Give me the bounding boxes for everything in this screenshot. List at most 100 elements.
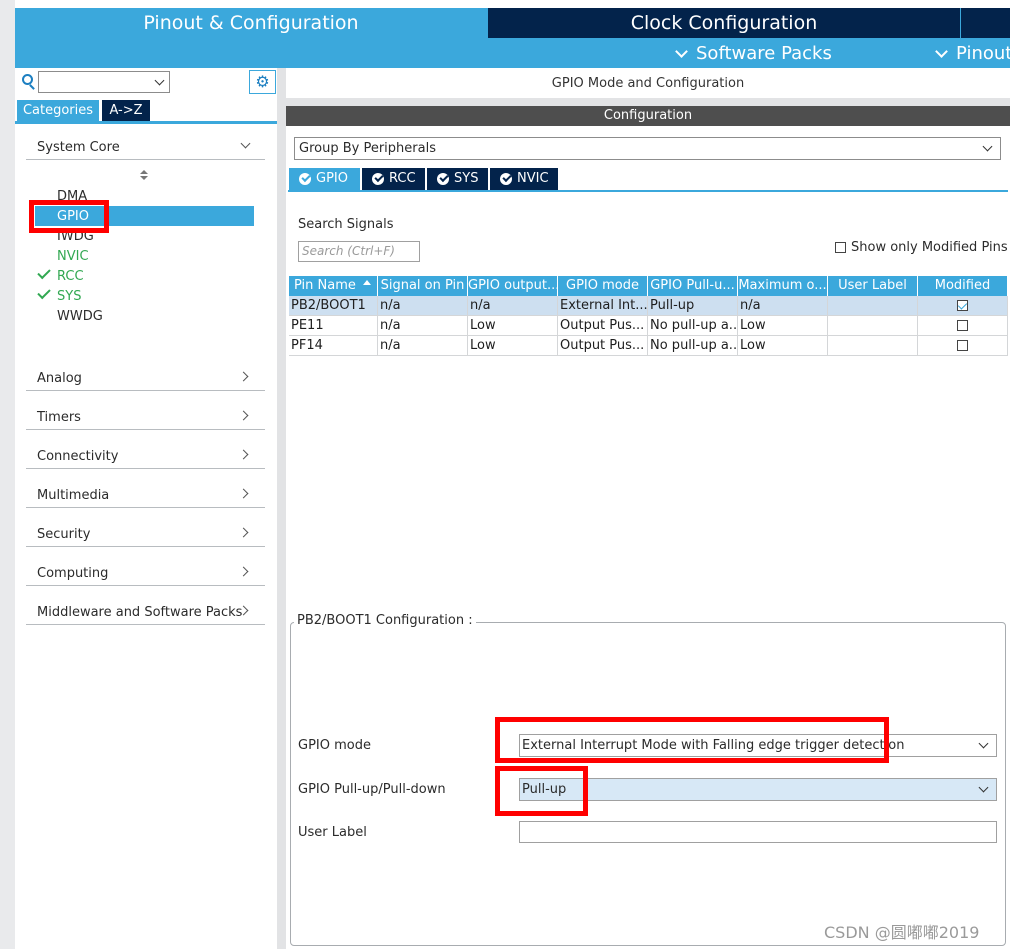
tab-gpio[interactable]: GPIO <box>289 168 360 190</box>
cell-pin-name: PF14 <box>289 336 378 356</box>
chevron-down-icon <box>675 45 688 58</box>
section-timers[interactable]: Timers <box>26 406 265 430</box>
show-modified-label: Show only Modified Pins <box>851 240 1008 255</box>
gpio-mode-label: GPIO mode <box>298 738 371 753</box>
gpio-pull-select[interactable]: Pull-up <box>519 778 997 801</box>
tab-rcc[interactable]: RCC <box>362 168 425 190</box>
section-security[interactable]: Security <box>26 523 265 547</box>
table-row[interactable]: PE11 n/a Low Output Pus... No pull-up a.… <box>289 316 1008 336</box>
group-by-select[interactable]: Group By Peripherals <box>294 137 1001 160</box>
tab-clock-configuration[interactable]: Clock Configuration <box>488 8 960 38</box>
table-row[interactable]: PF14 n/a Low Output Pus... No pull-up a.… <box>289 336 1008 356</box>
tab-sys[interactable]: SYS <box>427 168 488 190</box>
chevron-right-icon <box>238 566 249 577</box>
annotation-highlight-gpio <box>29 200 109 233</box>
chevron-right-icon <box>238 410 249 421</box>
checkbox-icon[interactable] <box>957 340 968 351</box>
tab-underline <box>15 121 277 124</box>
search-signals-input[interactable]: Search (Ctrl+F) <box>298 241 420 262</box>
section-label: Timers <box>37 410 81 425</box>
tab-categories[interactable]: Categories <box>17 100 99 121</box>
section-label: System Core <box>37 140 120 155</box>
divider <box>286 98 1010 106</box>
chevron-down-icon <box>935 45 948 58</box>
sort-icon[interactable] <box>139 170 149 182</box>
cell-gpio-output: Low <box>468 316 558 336</box>
panel-splitter[interactable] <box>277 68 286 949</box>
cell-user-label <box>828 336 918 356</box>
section-connectivity[interactable]: Connectivity <box>26 445 265 469</box>
tab-nvic[interactable]: NVIC <box>490 168 558 190</box>
show-modified-toggle[interactable]: Show only Modified Pins <box>835 240 1008 255</box>
cell-signal: n/a <box>378 336 468 356</box>
chevron-down-icon <box>240 138 251 149</box>
column-header-max-output[interactable]: Maximum o... <box>738 276 828 296</box>
tab-label: RCC <box>389 171 416 186</box>
check-circle-icon <box>299 173 311 185</box>
pinout-label: Pinout <box>956 43 1010 64</box>
tab-overflow[interactable] <box>961 8 1010 38</box>
watermark: CSDN @圆嘟嘟2019 <box>824 923 980 942</box>
section-label: Security <box>37 527 91 542</box>
search-select[interactable] <box>38 71 170 93</box>
configuration-header: Configuration <box>286 106 1010 126</box>
peripheral-rcc[interactable]: RCC <box>57 267 84 286</box>
peripheral-nvic[interactable]: NVIC <box>57 247 89 266</box>
tab-underline <box>288 190 1008 192</box>
section-multimedia[interactable]: Multimedia <box>26 484 265 508</box>
peripheral-wwdg[interactable]: WWDG <box>57 307 103 326</box>
tab-label: GPIO <box>316 171 348 186</box>
column-header-modified[interactable]: Modified <box>918 276 1008 296</box>
peripheral-sys[interactable]: SYS <box>57 287 81 306</box>
cell-pin-name: PB2/BOOT1 <box>289 296 378 316</box>
section-system-core[interactable]: System Core <box>26 136 265 160</box>
check-circle-icon <box>500 173 512 185</box>
gear-icon[interactable]: ⚙ <box>249 70 276 94</box>
chevron-right-icon <box>238 488 249 499</box>
cell-user-label <box>828 316 918 336</box>
gpio-pull-label: GPIO Pull-up/Pull-down <box>298 782 446 797</box>
section-label: Analog <box>37 371 82 386</box>
cell-gpio-mode: Output Pus... <box>558 336 648 356</box>
tab-pinout-configuration[interactable]: Pinout & Configuration <box>15 8 487 38</box>
section-middleware[interactable]: Middleware and Software Packs <box>26 601 265 625</box>
search-signals-label: Search Signals <box>298 217 394 232</box>
page-title: GPIO Mode and Configuration <box>286 70 1010 98</box>
cell-signal: n/a <box>378 296 468 316</box>
software-packs-menu[interactable]: Software Packs <box>675 40 832 68</box>
cell-max-output: Low <box>738 316 828 336</box>
cell-max-output: n/a <box>738 296 828 316</box>
column-header-gpio-mode[interactable]: GPIO mode <box>558 276 648 296</box>
table-row[interactable]: PB2/BOOT1 n/a n/a External Int... Pull-u… <box>289 296 1008 316</box>
tab-label: SYS <box>454 171 479 186</box>
column-header-pin-name[interactable]: Pin Name <box>289 276 378 296</box>
section-analog[interactable]: Analog <box>26 367 265 391</box>
checkbox-icon[interactable] <box>835 242 846 253</box>
user-label-input[interactable] <box>519 821 997 843</box>
column-header-user-label[interactable]: User Label <box>828 276 918 296</box>
pinout-menu[interactable]: Pinout <box>935 40 1010 68</box>
cell-gpio-pull: No pull-up a... <box>648 336 738 356</box>
column-header-gpio-output[interactable]: GPIO output... <box>468 276 558 296</box>
group-by-value: Group By Peripherals <box>299 141 436 156</box>
column-header-gpio-pull[interactable]: GPIO Pull-u... <box>648 276 738 296</box>
cell-modified <box>918 316 1008 336</box>
cell-signal: n/a <box>378 316 468 336</box>
cell-max-output: Low <box>738 336 828 356</box>
tab-a-z[interactable]: A->Z <box>102 100 150 121</box>
tab-label: NVIC <box>517 171 549 186</box>
software-packs-label: Software Packs <box>696 43 832 64</box>
section-computing[interactable]: Computing <box>26 562 265 586</box>
checkbox-icon[interactable] <box>957 320 968 331</box>
pin-configuration-title: PB2/BOOT1 Configuration : <box>294 613 476 628</box>
section-label: Middleware and Software Packs <box>37 605 243 620</box>
section-label: Connectivity <box>37 449 119 464</box>
chevron-right-icon <box>238 449 249 460</box>
section-label: Multimedia <box>37 488 110 503</box>
cell-pin-name: PE11 <box>289 316 378 336</box>
chevron-down-icon <box>978 738 989 749</box>
sort-ascending-icon <box>363 280 371 285</box>
column-header-signal[interactable]: Signal on Pin <box>378 276 468 296</box>
checkbox-checked-icon[interactable] <box>957 300 968 311</box>
cell-user-label <box>828 296 918 316</box>
